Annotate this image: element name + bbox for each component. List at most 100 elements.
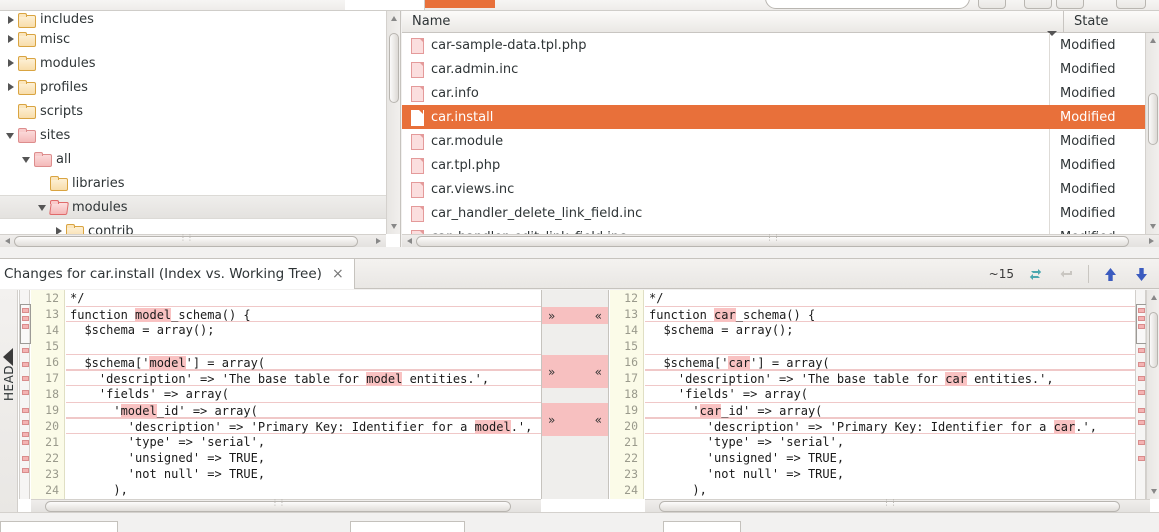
right-pane-horizontal-scrollbar[interactable] xyxy=(645,499,1150,512)
line-number: 19 xyxy=(45,403,59,417)
file-list-horizontal-scrollbar[interactable] xyxy=(402,234,1159,247)
right-pane-hscroll-thumb[interactable] xyxy=(659,501,1120,512)
scroll-up-arrow-icon[interactable] xyxy=(388,12,400,25)
tree-vertical-scrollbar[interactable] xyxy=(386,11,400,234)
file-state-cell: Modified xyxy=(1049,201,1145,225)
diff-right-pane-working-tree[interactable]: 12 13 14 15 16 17 18 19 20 21 22 23 2425 */function … xyxy=(610,290,1135,499)
overview-change-mark xyxy=(22,456,29,461)
chevron-down-icon[interactable] xyxy=(36,200,50,214)
changed-token: model xyxy=(149,356,186,370)
arrow-up-icon[interactable] xyxy=(1101,265,1120,284)
code-line: 'description' => 'The base table for car… xyxy=(645,370,1135,386)
file-row[interactable]: car_handler_delete_link_field.inc Modifie… xyxy=(402,201,1145,225)
diff-viewer-window: includes misc modules profiles scripts sites a… xyxy=(0,0,1159,532)
top-panels-area: includes misc modules profiles scripts sites a… xyxy=(0,0,1159,247)
tree-item-modules[interactable]: modules xyxy=(0,51,388,75)
file-row[interactable]: car.info Modified xyxy=(402,81,1145,105)
tree-item-includes[interactable]: includes xyxy=(0,11,388,28)
tree-scroll-thumb[interactable] xyxy=(389,33,399,103)
changed-token: car xyxy=(1053,420,1076,434)
tree-item-all[interactable]: all xyxy=(0,147,388,171)
scroll-down-arrow-icon[interactable] xyxy=(1147,220,1159,233)
overview-change-mark xyxy=(1138,324,1145,329)
bottom-field-2[interactable] xyxy=(350,521,465,532)
chevron-down-icon[interactable] xyxy=(20,152,34,166)
return-wrap-icon[interactable] xyxy=(1057,265,1076,284)
left-pane-horizontal-scrollbar[interactable] xyxy=(31,499,541,512)
changed-token: model xyxy=(474,420,511,434)
code-line: $schema = array(); xyxy=(70,323,215,337)
toolbar-button-3[interactable] xyxy=(1056,0,1084,9)
tab-changes-for-car-install[interactable]: Changes for car.install (Index vs. Worki… xyxy=(0,259,355,289)
toolbar-button-1[interactable] xyxy=(978,0,1006,9)
tree-item-libraries[interactable]: libraries xyxy=(0,171,388,195)
merge-change-band[interactable]: » « xyxy=(542,307,608,324)
merge-copy-gutter[interactable]: » «» «» « xyxy=(541,290,609,499)
file-list-scroll-thumb[interactable] xyxy=(1148,93,1158,145)
left-overview-ruler[interactable] xyxy=(19,290,31,499)
chevron-right-icon[interactable] xyxy=(4,56,18,70)
right-overview-ruler[interactable] xyxy=(1135,290,1147,499)
left-pane-hscroll-thumb[interactable] xyxy=(45,501,511,512)
diff-left-pane-head[interactable]: 1213141516171819202122232425 */function … xyxy=(31,290,541,499)
copy-left-icon[interactable]: « xyxy=(595,413,602,427)
chevron-right-icon[interactable] xyxy=(4,80,18,94)
file-row[interactable]: car-sample-data.tpl.php Modified xyxy=(402,33,1145,57)
left-code-content[interactable]: */function model_schema() { $schema = ar… xyxy=(66,290,541,499)
diff-vertical-scrollbar[interactable] xyxy=(1146,290,1159,499)
tree-item-sites[interactable]: sites xyxy=(0,123,388,147)
right-code-content[interactable]: */function car_schema() { $schema = arra… xyxy=(645,290,1135,499)
file-state-cell: Modified xyxy=(1049,177,1145,201)
file-row[interactable]: car.admin.inc Modified xyxy=(402,57,1145,81)
file-name-cell: car.info xyxy=(402,85,1049,102)
toolbar-button-2[interactable] xyxy=(1024,0,1052,9)
panel-sash-divider[interactable] xyxy=(0,247,1159,258)
close-icon[interactable]: × xyxy=(332,266,344,282)
tree-item-modules[interactable]: modules xyxy=(0,195,388,219)
file-name-label: car.install xyxy=(431,109,494,125)
file-icon xyxy=(411,109,424,126)
merge-change-band[interactable]: » « xyxy=(542,355,608,388)
column-header-name[interactable]: Name xyxy=(402,14,1041,29)
tree-item-scripts[interactable]: scripts xyxy=(0,99,388,123)
merge-change-band[interactable]: » « xyxy=(542,403,608,436)
scroll-right-arrow-icon[interactable] xyxy=(1146,236,1158,247)
tree-item-misc[interactable]: misc xyxy=(0,27,388,51)
copy-right-icon[interactable]: » xyxy=(548,365,555,379)
search-field-clipped[interactable] xyxy=(765,0,970,9)
file-row[interactable]: car.views.inc Modified xyxy=(402,177,1145,201)
scroll-down-arrow-icon[interactable] xyxy=(388,220,400,233)
tree-horizontal-scrollbar[interactable] xyxy=(0,234,386,247)
diff-scroll-thumb[interactable] xyxy=(1149,312,1158,368)
toolbar-button-4[interactable] xyxy=(1116,0,1146,9)
chevron-down-icon[interactable] xyxy=(4,128,18,142)
copy-left-icon[interactable]: « xyxy=(595,309,602,323)
tree-item-profiles[interactable]: profiles xyxy=(0,75,388,99)
scroll-left-arrow-icon[interactable] xyxy=(1,236,13,247)
copy-right-icon[interactable]: » xyxy=(548,413,555,427)
arrow-down-icon[interactable] xyxy=(1132,265,1151,284)
active-tab-indicator[interactable] xyxy=(425,0,495,8)
file-name-label: car.module xyxy=(431,133,504,149)
copy-left-icon[interactable]: « xyxy=(595,365,602,379)
tree-hscroll-thumb[interactable] xyxy=(14,236,358,247)
bottom-field-1[interactable] xyxy=(0,521,118,532)
two-way-sync-icon[interactable] xyxy=(1026,265,1045,284)
file-row[interactable]: car.module Modified xyxy=(402,129,1145,153)
file-row[interactable]: car.install Modified xyxy=(402,105,1145,129)
copy-right-icon[interactable]: » xyxy=(548,309,555,323)
scroll-left-arrow-icon[interactable] xyxy=(403,236,415,247)
chevron-right-icon[interactable] xyxy=(4,13,18,27)
column-header-state[interactable]: State xyxy=(1063,11,1159,32)
scroll-down-arrow-icon[interactable] xyxy=(1148,485,1159,498)
scroll-up-arrow-icon[interactable] xyxy=(1147,34,1159,47)
chevron-right-icon[interactable] xyxy=(4,32,18,46)
code-line: ), xyxy=(70,483,128,497)
scroll-right-arrow-icon[interactable] xyxy=(373,236,385,247)
scroll-up-arrow-icon[interactable] xyxy=(1148,291,1159,304)
file-list-vertical-scrollbar[interactable] xyxy=(1145,33,1159,234)
file-name-label: car-sample-data.tpl.php xyxy=(431,37,587,53)
file-list-hscroll-thumb[interactable] xyxy=(416,236,1129,247)
file-row[interactable]: car.tpl.php Modified xyxy=(402,153,1145,177)
bottom-field-3[interactable] xyxy=(663,521,741,532)
